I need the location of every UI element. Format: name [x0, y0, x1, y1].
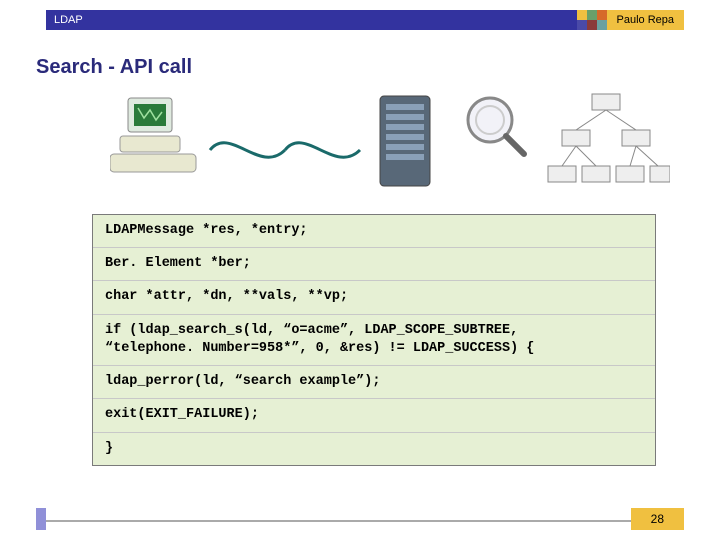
footer-marker	[36, 508, 46, 530]
header-bar: LDAP Paulo Repa	[36, 10, 684, 30]
swatch-icon	[577, 20, 587, 30]
swatch-icon	[597, 10, 607, 20]
diagram-illustration	[110, 90, 670, 200]
code-line: Ber. Element *ber;	[93, 247, 655, 280]
swatch-icon	[587, 10, 597, 20]
code-line: }	[93, 432, 655, 465]
code-line: ldap_perror(ld, “search example”);	[93, 365, 655, 398]
code-text: if (ldap_search_s(ld, “o=acme”, LDAP_SCO…	[105, 323, 518, 338]
page-title: Search - API call	[36, 56, 192, 79]
header-marker	[36, 10, 46, 30]
server-icon	[380, 96, 430, 186]
tree-icon	[548, 94, 670, 182]
code-text: “telephone. Number=958*”, 0, &res) != LD…	[105, 341, 534, 356]
header-label: LDAP	[54, 14, 83, 26]
code-block: LDAPMessage *res, *entry; Ber. Element *…	[92, 214, 656, 466]
footer-rule	[36, 520, 684, 522]
page-number: 28	[631, 508, 684, 530]
swatch-icon	[577, 10, 587, 20]
header-swatches	[577, 10, 607, 30]
link-icon	[210, 143, 360, 157]
swatch-icon	[597, 20, 607, 30]
swatch-icon	[587, 20, 597, 30]
code-line: LDAPMessage *res, *entry;	[93, 215, 655, 247]
code-line: exit(EXIT_FAILURE);	[93, 398, 655, 431]
magnifier-icon	[468, 98, 524, 154]
author-badge: Paulo Repa	[607, 10, 685, 30]
code-line: if (ldap_search_s(ld, “o=acme”, LDAP_SCO…	[93, 314, 655, 365]
code-line: char *attr, *dn, **vals, **vp;	[93, 280, 655, 313]
computer-icon	[110, 98, 196, 172]
